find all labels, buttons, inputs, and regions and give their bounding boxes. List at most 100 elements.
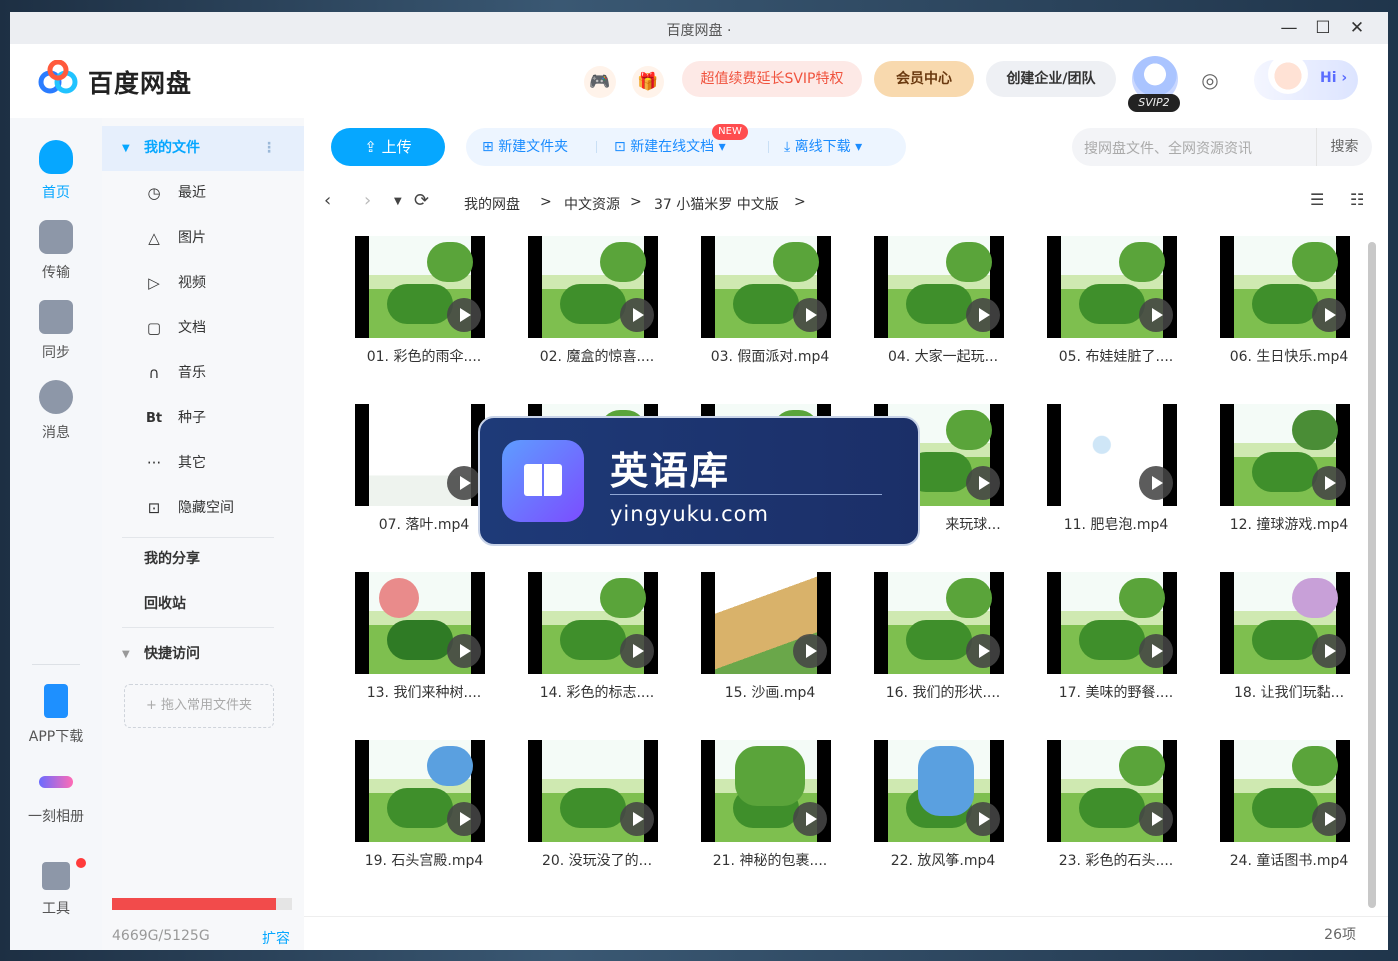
sort-icon[interactable]: ☰ [1310, 190, 1324, 209]
caret-down-icon: ▼ [122, 649, 130, 660]
settings-gear-icon[interactable]: ◎ [1198, 68, 1222, 92]
play-icon [966, 802, 1000, 836]
file-tile[interactable]: 05. 布娃娃脏了.... [1036, 236, 1196, 386]
sidebar-item-videos[interactable]: ▷ 视频 [102, 261, 304, 306]
expand-storage-link[interactable]: 扩容 [262, 928, 290, 948]
forward-arrow-icon[interactable]: › [364, 190, 371, 211]
file-tile[interactable]: 01. 彩色的雨伞.... [344, 236, 504, 386]
sidebar-item-label: 隐藏空间 [178, 500, 234, 516]
file-tile[interactable]: 23. 彩色的石头.... [1036, 740, 1196, 890]
nav-transfer[interactable]: 传输 [10, 220, 102, 282]
file-tile[interactable]: 17. 美味的野餐.... [1036, 572, 1196, 722]
maximize-button[interactable]: ☐ [1308, 16, 1338, 40]
minimize-button[interactable]: — [1274, 16, 1304, 40]
video-thumbnail [701, 572, 831, 674]
file-name: 13. 我们来种树.... [366, 685, 482, 701]
file-name: 18. 让我们玩黏... [1233, 685, 1345, 701]
nav-album[interactable]: 一刻相册 [10, 764, 102, 826]
file-tile[interactable]: 21. 神秘的包裹.... [690, 740, 850, 890]
new-badge: NEW [712, 124, 748, 140]
file-tile[interactable]: 20. 没玩没了的... [517, 740, 677, 890]
sidebar-item-label: 种子 [178, 410, 206, 426]
breadcrumb-item[interactable]: 37 小猫米罗 中文版 [654, 194, 779, 214]
nav-sync[interactable]: 同步 [10, 300, 102, 362]
mascot-greeting-button[interactable]: Hi › [1254, 54, 1358, 100]
history-dropdown-icon[interactable]: ▼ [394, 196, 402, 207]
file-tile[interactable]: 22. 放风筝.mp4 [863, 740, 1023, 890]
breadcrumb-item[interactable]: 我的网盘 [464, 194, 520, 214]
sidebar-item-recycle-bin[interactable]: 回收站 [102, 582, 304, 627]
list-view-icon[interactable]: ☷ [1350, 190, 1364, 209]
search-input[interactable]: 搜网盘文件、全网资源资讯 [1084, 138, 1252, 158]
sidebar-item-torrents[interactable]: Bt 种子 [102, 396, 304, 441]
play-icon [620, 298, 654, 332]
file-name: 15. 沙画.mp4 [724, 685, 816, 701]
storage-quota-bar [112, 898, 292, 910]
file-tile[interactable]: 03. 假面派对.mp4 [690, 236, 850, 386]
play-icon [447, 802, 481, 836]
vertical-scrollbar[interactable] [1368, 242, 1376, 908]
nav-message[interactable]: 消息 [10, 380, 102, 442]
sidebar-item-music[interactable]: ∩ 音乐 [102, 351, 304, 396]
sidebar-item-hidden-space[interactable]: ⊡ 隐藏空间 [102, 486, 304, 531]
dropdown-arrow-icon: ▾ [714, 139, 726, 155]
gift-icon[interactable]: 🎁 [632, 66, 664, 98]
sidebar-item-images[interactable]: △ 图片 [102, 216, 304, 261]
file-grid: 01. 彩色的雨伞.... 02. 魔盒的惊喜.... 03. 假面派对.mp4… [344, 236, 1350, 916]
nav-tools[interactable]: 工具 [10, 858, 102, 918]
breadcrumb-separator-icon: > [794, 194, 806, 210]
play-icon [1139, 634, 1173, 668]
sidebar-item-documents[interactable]: ▢ 文档 [102, 306, 304, 351]
back-arrow-icon[interactable]: ‹ [324, 190, 331, 211]
more-vertical-icon[interactable]: ⋮ [262, 126, 276, 171]
file-tile[interactable]: 12. 撞球游戏.mp4 [1209, 404, 1369, 554]
sidebar-item-my-files[interactable]: ▼ 我的文件 ⋮ [102, 126, 304, 171]
upload-icon: ⇪ [364, 138, 382, 156]
nav-home[interactable]: 首页 [10, 140, 102, 202]
sidebar-item-my-share[interactable]: 我的分享 [102, 537, 304, 582]
file-tile[interactable]: 18. 让我们玩黏... [1209, 572, 1369, 722]
sidebar-item-label: 我的分享 [144, 551, 200, 567]
sidebar-quick-access[interactable]: ▼ 快捷访问 [102, 632, 304, 677]
breadcrumb-item[interactable]: 中文资源 [564, 194, 620, 214]
nav-sync-label: 同步 [42, 345, 70, 361]
video-thumbnail [355, 572, 485, 674]
file-tile[interactable]: 11. 肥皂泡.mp4 [1036, 404, 1196, 554]
file-tile[interactable]: 13. 我们来种树.... [344, 572, 504, 722]
nav-app-download[interactable]: APP下载 [10, 684, 102, 746]
search-button[interactable]: 搜索 [1316, 128, 1372, 166]
create-team-button[interactable]: 创建企业/团队 [986, 61, 1116, 97]
game-icon[interactable]: 🎮 [584, 66, 616, 98]
drop-favorite-folder-zone[interactable]: + 拖入常用文件夹 [124, 684, 274, 728]
offline-download-button[interactable]: ⤓ 离线下载 ▾ [784, 128, 862, 166]
file-tile[interactable]: 15. 沙画.mp4 [690, 572, 850, 722]
file-tile[interactable]: 04. 大家一起玩... [863, 236, 1023, 386]
upload-button[interactable]: ⇪ 上传 [331, 128, 445, 166]
sync-icon [39, 300, 73, 334]
file-tile[interactable]: 19. 石头宫殿.mp4 [344, 740, 504, 890]
new-online-doc-button[interactable]: ⊡ 新建在线文档 ▾ [614, 128, 726, 166]
sidebar-item-label: 快捷访问 [144, 646, 200, 662]
video-thumbnail [1047, 404, 1177, 506]
close-button[interactable]: ✕ [1342, 16, 1372, 40]
refresh-icon[interactable]: ⟳ [414, 190, 429, 211]
new-folder-button[interactable]: ⊞ 新建文件夹 [482, 128, 568, 166]
svip-promo-button[interactable]: 超值续费延长SVIP特权 [682, 61, 862, 97]
sidebar-item-recent[interactable]: ◷ 最近 [102, 171, 304, 216]
play-icon [620, 802, 654, 836]
sidebar-item-other[interactable]: ··· 其它 [102, 441, 304, 486]
breadcrumb-separator-icon: > [540, 194, 552, 210]
file-tile[interactable]: 14. 彩色的标志.... [517, 572, 677, 722]
file-tile[interactable]: 06. 生日快乐.mp4 [1209, 236, 1369, 386]
video-thumbnail [355, 740, 485, 842]
member-center-button[interactable]: 会员中心 [874, 61, 974, 97]
file-tile[interactable]: 16. 我们的形状.... [863, 572, 1023, 722]
file-tile[interactable]: 24. 童话图书.mp4 [1209, 740, 1369, 890]
file-tile[interactable]: 02. 魔盒的惊喜.... [517, 236, 677, 386]
greeting-text: Hi › [1320, 70, 1348, 86]
file-name: 22. 放风筝.mp4 [890, 853, 996, 869]
play-icon [620, 634, 654, 668]
search-box[interactable]: 搜网盘文件、全网资源资讯 搜索 [1072, 128, 1372, 166]
nav-message-label: 消息 [42, 425, 70, 441]
headphones-icon: ∩ [148, 364, 160, 382]
